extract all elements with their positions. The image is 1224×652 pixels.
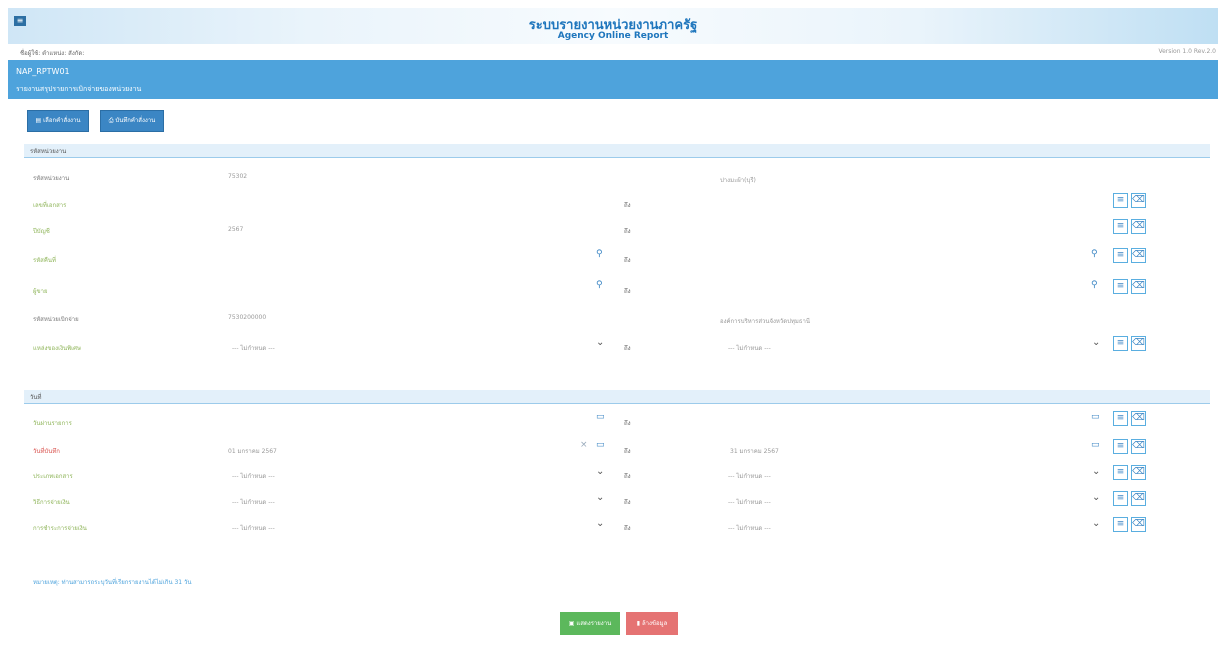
clear-icon[interactable]: × xyxy=(580,440,588,450)
calendar-icon[interactable]: ▭ xyxy=(1091,440,1100,450)
calendar-icon[interactable]: ▭ xyxy=(1091,412,1100,422)
payment-settlement-list-icon[interactable]: ≡ xyxy=(1113,517,1128,532)
select-command-button[interactable]: ▤ เลือกคำสั่งงาน xyxy=(27,110,89,132)
report-code: NAP_RPTW01 xyxy=(16,67,70,76)
vendor-to: ถึง xyxy=(624,288,631,295)
disbursing-unit-label: รหัสหน่วยเบิกจ่าย xyxy=(33,316,79,323)
return-code-clear-icon[interactable]: ⌫ xyxy=(1131,248,1146,263)
date-range-note: หมายเหตุ: ท่านสามารถระบุวันที่เรียกรายงา… xyxy=(33,579,192,586)
record-date-list-icon[interactable]: ≡ xyxy=(1113,439,1128,454)
fiscal-year-value[interactable]: 2567 xyxy=(228,226,243,233)
vendor-label: ผู้ขาย xyxy=(33,288,48,295)
payment-settlement-clear-icon[interactable]: ⌫ xyxy=(1131,517,1146,532)
chevron-down-icon[interactable]: ⌄ xyxy=(596,337,604,348)
payment-method-clear-icon[interactable]: ⌫ xyxy=(1131,491,1146,506)
report-title: รายงานสรุปรายการเบิกจ่ายของหน่วยงาน xyxy=(16,85,142,93)
agency-code-label: รหัสหน่วยงาน xyxy=(33,175,70,182)
section-agency: รหัสหน่วยงาน xyxy=(24,144,1210,158)
chevron-down-icon[interactable]: ⌄ xyxy=(596,518,604,529)
chevron-down-icon[interactable]: ⌄ xyxy=(1092,466,1100,477)
chevron-down-icon[interactable]: ⌄ xyxy=(1092,492,1100,503)
document-number-clear-icon[interactable]: ⌫ xyxy=(1131,193,1146,208)
record-date-from[interactable]: 01 มกราคม 2567 xyxy=(228,446,277,456)
fiscal-year-clear-icon[interactable]: ⌫ xyxy=(1131,219,1146,234)
payment-settlement-to-select[interactable]: --- ไม่กำหนด --- xyxy=(728,523,771,533)
save-command-button[interactable]: ⎙ บันทึกคำสั่งงาน xyxy=(100,110,164,132)
record-date-clear-icon[interactable]: ⌫ xyxy=(1131,439,1146,454)
app-banner: ≡ ระบบรายงานหน่วยงานภาครัฐ Agency Online… xyxy=(8,8,1218,44)
payment-method-label: วิธีการจ่ายเงิน xyxy=(33,499,70,506)
disbursing-unit-code: 7530200000 xyxy=(228,314,267,321)
document-number-to: ถึง xyxy=(624,202,631,209)
report-header: NAP_RPTW01 รายงานสรุปรายการเบิกจ่ายของหน… xyxy=(8,60,1218,99)
special-fund-label: แหล่งของเงินพิเศษ xyxy=(33,345,81,352)
chevron-down-icon[interactable]: ⌄ xyxy=(1092,518,1100,529)
search-icon[interactable]: ⚲ xyxy=(596,249,603,259)
vendor-list-icon[interactable]: ≡ xyxy=(1113,279,1128,294)
fiscal-year-label: ปีบัญชี xyxy=(33,228,50,235)
vendor-clear-icon[interactable]: ⌫ xyxy=(1131,279,1146,294)
document-type-to: ถึง xyxy=(624,473,631,480)
fiscal-year-list-icon[interactable]: ≡ xyxy=(1113,219,1128,234)
document-type-list-icon[interactable]: ≡ xyxy=(1113,465,1128,480)
user-info: ชื่อผู้ใช้: ตำแหน่ง: สังกัด: xyxy=(20,50,85,57)
special-fund-list-icon[interactable]: ≡ xyxy=(1113,336,1128,351)
return-code-to: ถึง xyxy=(624,257,631,264)
calendar-icon[interactable]: ▭ xyxy=(596,412,605,422)
chevron-down-icon[interactable]: ⌄ xyxy=(596,492,604,503)
chevron-down-icon[interactable]: ⌄ xyxy=(596,466,604,477)
agency-code-value: 75302 xyxy=(228,173,248,180)
document-type-select[interactable]: --- ไม่กำหนด --- xyxy=(232,471,275,481)
document-type-label: ประเภทเอกสาร xyxy=(33,473,73,480)
document-number-list-icon[interactable]: ≡ xyxy=(1113,193,1128,208)
special-fund-to: ถึง xyxy=(624,345,631,352)
payment-method-to-select[interactable]: --- ไม่กำหนด --- xyxy=(728,497,771,507)
section-date: วันที่ xyxy=(24,390,1210,404)
agency-name-value: ปางมะผ้า(บุรี) xyxy=(720,177,756,184)
posting-date-to: ถึง xyxy=(624,420,631,427)
section-agency-title: รหัสหน่วยงาน xyxy=(30,148,67,155)
document-number-label: เลขที่เอกสาร xyxy=(33,202,67,209)
payment-settlement-label: การชำระการจ่ายเงิน xyxy=(33,525,87,532)
special-fund-clear-icon[interactable]: ⌫ xyxy=(1131,336,1146,351)
document-type-clear-icon[interactable]: ⌫ xyxy=(1131,465,1146,480)
special-fund-select[interactable]: --- ไม่กำหนด --- xyxy=(232,343,275,353)
search-icon[interactable]: ⚲ xyxy=(1091,280,1098,290)
calendar-icon[interactable]: ▭ xyxy=(596,440,605,450)
search-icon[interactable]: ⚲ xyxy=(1091,249,1098,259)
fiscal-year-to: ถึง xyxy=(624,228,631,235)
app-title-english: Agency Online Report xyxy=(557,31,669,41)
payment-method-select[interactable]: --- ไม่กำหนด --- xyxy=(232,497,275,507)
payment-method-list-icon[interactable]: ≡ xyxy=(1113,491,1128,506)
payment-method-to: ถึง xyxy=(624,499,631,506)
chevron-down-icon[interactable]: ⌄ xyxy=(1092,337,1100,348)
posting-date-list-icon[interactable]: ≡ xyxy=(1113,411,1128,426)
show-report-button[interactable]: ▣ แสดงรายงาน xyxy=(560,612,620,635)
payment-settlement-select[interactable]: --- ไม่กำหนด --- xyxy=(232,523,275,533)
record-date-to-label: ถึง xyxy=(624,448,631,455)
posting-date-label: วันผ่านรายการ xyxy=(33,420,72,427)
return-code-list-icon[interactable]: ≡ xyxy=(1113,248,1128,263)
record-date-label: วันที่บันทึก xyxy=(33,448,60,455)
section-date-title: วันที่ xyxy=(30,394,42,401)
special-fund-to-select[interactable]: --- ไม่กำหนด --- xyxy=(728,343,771,353)
disbursing-unit-name: องค์การบริหารส่วนจังหวัดปทุมธานี xyxy=(720,318,810,325)
version-label: Version 1.0 Rev.2.0 xyxy=(1158,48,1216,55)
posting-date-clear-icon[interactable]: ⌫ xyxy=(1131,411,1146,426)
payment-settlement-to: ถึง xyxy=(624,525,631,532)
clear-data-button[interactable]: ▮ ล้างข้อมูล xyxy=(626,612,678,635)
search-icon[interactable]: ⚲ xyxy=(596,280,603,290)
user-info-bar: ชื่อผู้ใช้: ตำแหน่ง: สังกัด: Version 1.0… xyxy=(8,46,1218,58)
return-code-label: รหัสคืนที่ xyxy=(33,257,56,264)
record-date-to[interactable]: 31 มกราคม 2567 xyxy=(730,446,779,456)
document-type-to-select[interactable]: --- ไม่กำหนด --- xyxy=(728,471,771,481)
